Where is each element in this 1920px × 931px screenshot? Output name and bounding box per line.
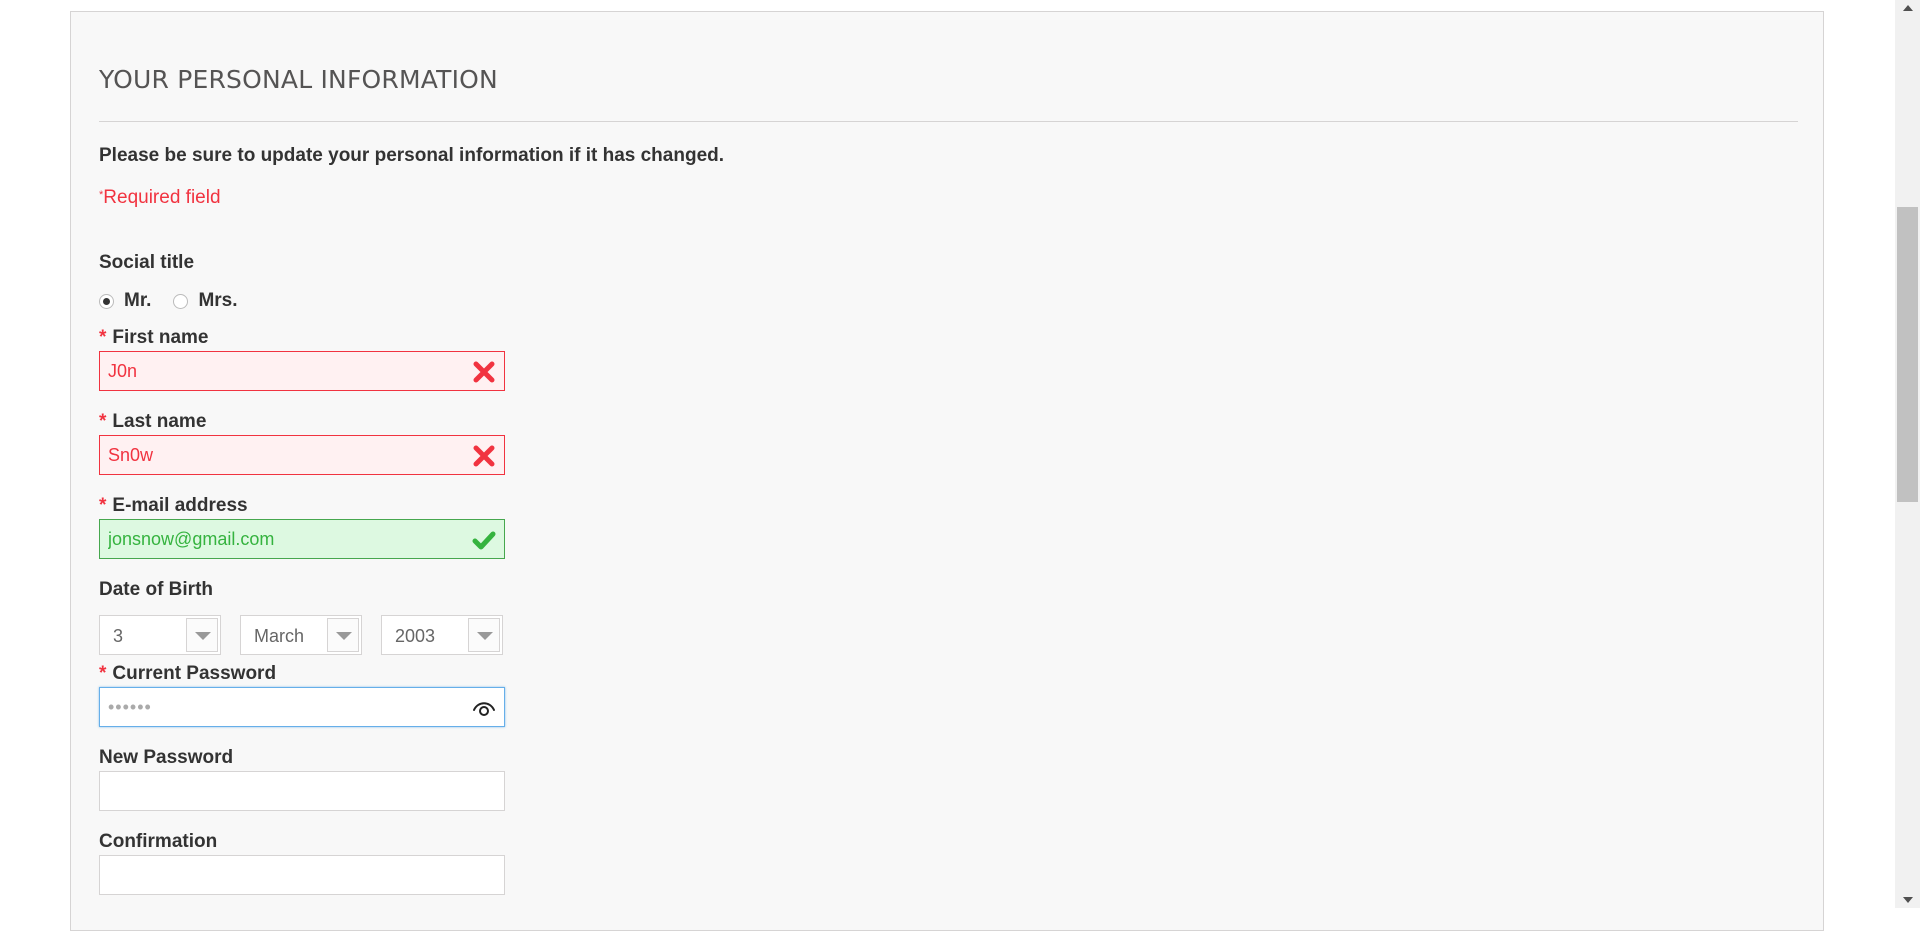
eye-icon[interactable] xyxy=(472,696,496,720)
last-name-field xyxy=(99,435,505,475)
email-field xyxy=(99,519,505,559)
scroll-down-arrow-icon[interactable] xyxy=(1895,891,1920,908)
social-title-radio-group: Mr. Mrs. xyxy=(99,289,260,313)
x-icon xyxy=(473,361,495,383)
chevron-down-icon[interactable] xyxy=(468,618,500,652)
radio-mrs-label[interactable]: Mrs. xyxy=(198,290,237,312)
first-name-label: * First name xyxy=(99,327,209,349)
email-input[interactable] xyxy=(100,520,504,558)
email-label-text: E-mail address xyxy=(112,495,248,516)
last-name-label: * Last name xyxy=(99,411,206,433)
current-password-label-text: Current Password xyxy=(112,663,277,684)
confirmation-label: Confirmation xyxy=(99,831,218,852)
intro-text: Please be sure to update your personal i… xyxy=(99,145,725,166)
new-password-label: New Password xyxy=(99,747,234,768)
dob-month-select[interactable]: March xyxy=(240,615,362,655)
required-star: * xyxy=(99,411,107,432)
dob-day-value: 3 xyxy=(113,626,124,646)
dob-month-value: March xyxy=(254,626,305,646)
dob-year-value: 2003 xyxy=(395,626,436,646)
last-name-input[interactable] xyxy=(100,436,504,474)
section-title: YOUR PERSONAL INFORMATION xyxy=(99,65,498,94)
scroll-up-arrow-icon[interactable] xyxy=(1895,0,1920,17)
dob-label: Date of Birth xyxy=(99,579,213,600)
confirmation-field xyxy=(99,855,505,895)
first-name-input[interactable] xyxy=(100,352,504,390)
confirmation-input[interactable] xyxy=(100,856,504,894)
chevron-down-icon[interactable] xyxy=(186,618,218,652)
check-icon xyxy=(472,531,496,550)
social-title-label: Social title xyxy=(99,252,195,273)
current-password-label: * Current Password xyxy=(99,663,276,685)
radio-mr-label[interactable]: Mr. xyxy=(124,290,151,312)
radio-mrs[interactable] xyxy=(173,293,189,309)
personal-info-panel: YOUR PERSONAL INFORMATION Please be sure… xyxy=(70,11,1824,931)
chevron-down-icon[interactable] xyxy=(327,618,359,652)
title-divider xyxy=(99,121,1798,122)
new-password-input[interactable] xyxy=(100,772,504,810)
current-password-input[interactable] xyxy=(100,688,504,726)
required-star: * xyxy=(99,495,107,516)
new-password-field xyxy=(99,771,505,811)
email-label: * E-mail address xyxy=(99,495,248,517)
scroll-thumb[interactable] xyxy=(1897,207,1918,502)
x-icon xyxy=(473,445,495,467)
first-name-field xyxy=(99,351,505,391)
last-name-label-text: Last name xyxy=(112,411,207,432)
current-password-field xyxy=(99,687,505,727)
dob-day-select[interactable]: 3 xyxy=(99,615,221,655)
required-note-text: Required field xyxy=(103,187,221,208)
required-field-note: *Required field xyxy=(99,187,221,209)
required-mark: * xyxy=(99,189,104,201)
vertical-scrollbar[interactable] xyxy=(1895,0,1920,908)
first-name-label-text: First name xyxy=(112,327,209,348)
dob-year-select[interactable]: 2003 xyxy=(381,615,503,655)
required-star: * xyxy=(99,327,107,348)
radio-mr[interactable] xyxy=(99,293,114,309)
required-star: * xyxy=(99,663,107,684)
